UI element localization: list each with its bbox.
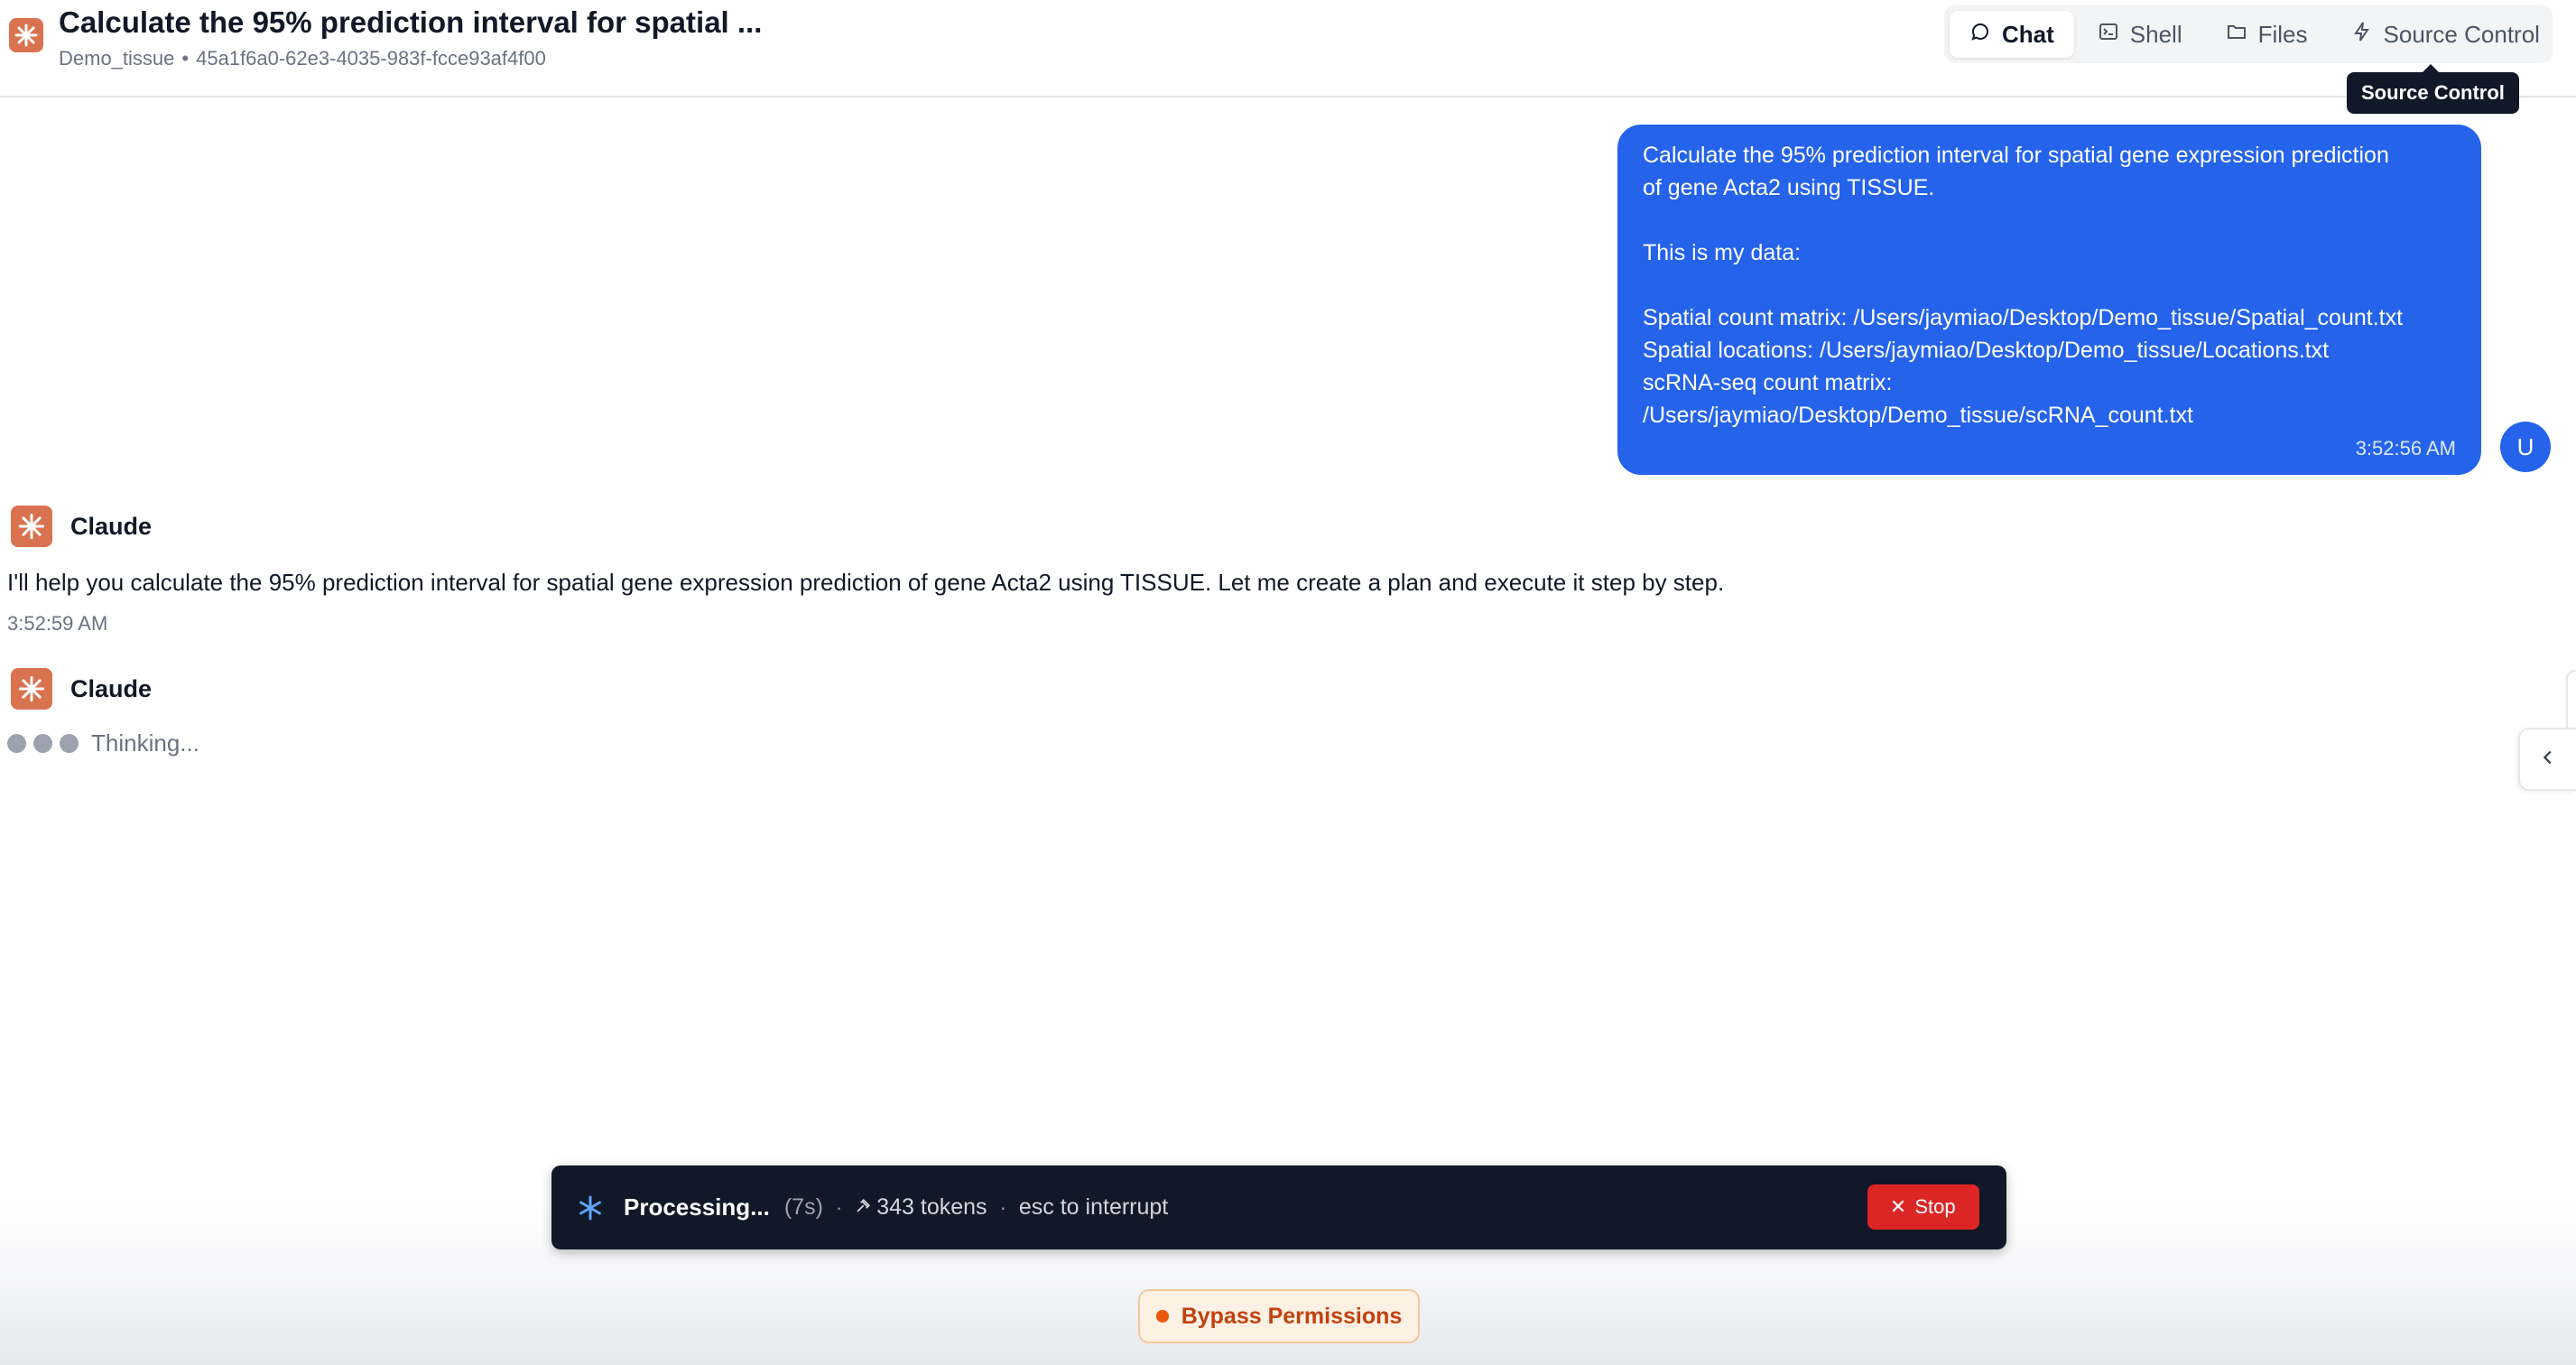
meta-separator: • bbox=[181, 47, 190, 70]
user-message-time: 3:52:56 AM bbox=[2355, 437, 2456, 460]
claude-spark-icon bbox=[11, 506, 52, 547]
processing-status-bar: Processing... (7s) · 343 tokens · esc to… bbox=[551, 1165, 2006, 1249]
spinner-spark-icon bbox=[577, 1194, 604, 1221]
thinking-dot bbox=[7, 734, 26, 753]
chat-bubble-icon bbox=[1969, 21, 1991, 49]
tab-source-control[interactable]: Source Control bbox=[2331, 11, 2560, 58]
thinking-label: Thinking... bbox=[91, 729, 199, 757]
tab-shell[interactable]: Shell bbox=[2078, 11, 2202, 58]
processing-label: Processing... bbox=[624, 1193, 770, 1221]
user-avatar: U bbox=[2500, 422, 2551, 472]
terminal-icon bbox=[2098, 21, 2119, 49]
side-panel-toggle[interactable] bbox=[2518, 728, 2576, 791]
hammer-icon bbox=[855, 1194, 871, 1221]
stop-button-label: Stop bbox=[1914, 1195, 1956, 1218]
assistant-header: Claude bbox=[11, 668, 152, 710]
claude-spark-icon bbox=[11, 668, 52, 710]
source-control-tooltip: Source Control bbox=[2347, 64, 2519, 114]
token-count-text: 343 tokens bbox=[876, 1194, 987, 1220]
user-message-text: Calculate the 95% prediction interval fo… bbox=[1643, 143, 2404, 428]
view-tabs: Chat Shell Files Source Control bbox=[1944, 5, 2553, 63]
tab-label: Source Control bbox=[2383, 20, 2540, 48]
tab-chat[interactable]: Chat bbox=[1950, 11, 2074, 58]
status-separator: · bbox=[835, 1195, 843, 1219]
thinking-dot bbox=[33, 734, 52, 753]
app-window: Calculate the 95% prediction interval fo… bbox=[0, 0, 2576, 1365]
tab-label: Shell bbox=[2129, 20, 2182, 48]
user-message: Calculate the 95% prediction interval fo… bbox=[1617, 125, 2481, 475]
assistant-name: Claude bbox=[70, 674, 153, 702]
session-id: 45a1f6a0-62e3-4035-983f-fcce93af4f00 bbox=[196, 47, 546, 70]
bypass-permissions-button[interactable]: Bypass Permissions bbox=[1138, 1289, 1420, 1343]
assistant-header: Claude bbox=[11, 506, 152, 547]
project-name: Demo_tissue bbox=[59, 47, 175, 70]
elapsed-time: (7s) bbox=[783, 1194, 823, 1220]
bypass-permissions-label: Bypass Permissions bbox=[1181, 1303, 1403, 1329]
token-count: 343 tokens bbox=[855, 1194, 987, 1221]
assistant-message-time: 3:52:59 AM bbox=[7, 612, 108, 635]
session-title: Calculate the 95% prediction interval fo… bbox=[59, 5, 763, 39]
stop-button[interactable]: Stop bbox=[1867, 1184, 1979, 1230]
folder-icon bbox=[2226, 21, 2247, 49]
chevron-left-icon bbox=[2538, 748, 2558, 772]
status-separator: · bbox=[999, 1195, 1006, 1219]
assistant-name: Claude bbox=[70, 512, 153, 540]
assistant-message-text: I'll help you calculate the 95% predicti… bbox=[7, 569, 1725, 596]
claude-spark-icon bbox=[9, 18, 43, 52]
status-dot-icon bbox=[1155, 1310, 1169, 1323]
interrupt-hint: esc to interrupt bbox=[1018, 1194, 1169, 1220]
thinking-indicator: Thinking... bbox=[7, 729, 199, 757]
close-icon bbox=[1891, 1195, 1905, 1219]
tab-label: Files bbox=[2257, 20, 2308, 48]
tab-files[interactable]: Files bbox=[2206, 11, 2328, 58]
session-meta: Demo_tissue • 45a1f6a0-62e3-4035-983f-fcce… bbox=[59, 47, 546, 70]
lightning-icon bbox=[2351, 21, 2373, 49]
thinking-dot bbox=[60, 734, 79, 753]
session-header: Calculate the 95% prediction interval fo… bbox=[0, 0, 2576, 98]
tab-label: Chat bbox=[2002, 20, 2054, 48]
